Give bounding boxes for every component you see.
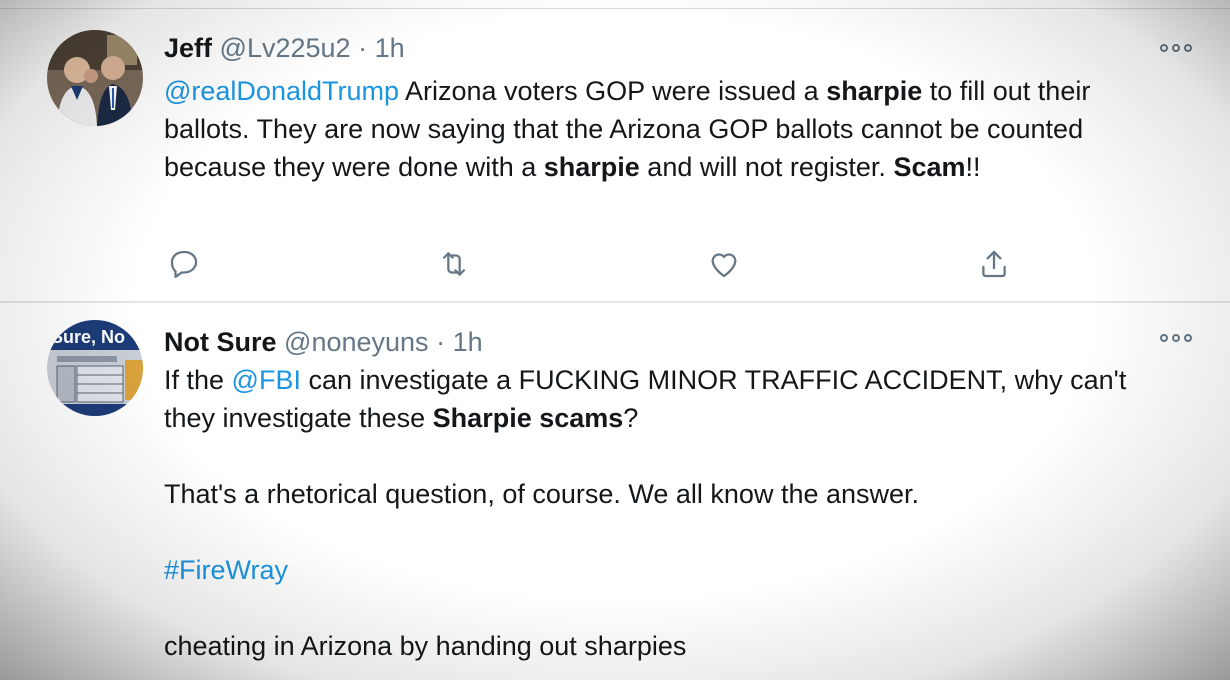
text-line: cheating in Arizona by handing out sharp… xyxy=(164,631,687,661)
tweet-actions xyxy=(164,244,1044,284)
text-segment: and will not register. xyxy=(639,152,894,182)
more-options-icon[interactable] xyxy=(1160,331,1192,345)
tweet-header: Jeff @Lv225u2 · 1h xyxy=(164,32,405,64)
reply-icon[interactable] xyxy=(164,244,204,284)
tweet-not-sure[interactable]: Sure, No Not Sure @noneyuns · 1h If the … xyxy=(0,303,1230,680)
avatar-logo-text: Sure, No xyxy=(51,327,125,347)
text-segment: If the xyxy=(164,365,232,395)
text-segment: !! xyxy=(965,152,981,182)
bold-segment: Sharpie scams xyxy=(432,403,624,433)
avatar[interactable] xyxy=(47,30,143,126)
tweet-text: If the @FBI can investigate a FUCKING MI… xyxy=(164,361,1174,665)
mention-link[interactable]: @realDonaldTrump xyxy=(164,76,399,106)
display-name[interactable]: Jeff xyxy=(164,33,212,63)
bold-segment: sharpie xyxy=(826,76,923,106)
avatar[interactable]: Sure, No xyxy=(47,320,143,416)
tweet-text: @realDonaldTrump Arizona voters GOP were… xyxy=(164,72,1174,186)
display-name[interactable]: Not Sure xyxy=(164,327,277,357)
timestamp[interactable]: 1h xyxy=(375,33,405,63)
bold-segment: sharpie xyxy=(543,152,640,182)
text-segment: Arizona voters GOP were issued a xyxy=(399,76,827,106)
text-segment: ? xyxy=(623,403,639,433)
timestamp[interactable]: 1h xyxy=(453,327,483,357)
hashtag-link[interactable]: #FireWray xyxy=(164,555,288,585)
user-handle[interactable]: @Lv225u2 xyxy=(220,33,351,63)
user-handle[interactable]: @noneyuns xyxy=(284,327,429,357)
separator-dot: · xyxy=(436,327,446,357)
text-segment: can investigate a FUCKING MINOR TRAFFIC … xyxy=(164,365,1127,433)
share-icon[interactable] xyxy=(974,244,1014,284)
more-options-icon[interactable] xyxy=(1160,41,1192,55)
mention-link[interactable]: @FBI xyxy=(232,365,301,395)
text-line: That's a rhetorical question, of course.… xyxy=(164,479,920,509)
bold-segment: Scam xyxy=(893,152,966,182)
tweet-jeff[interactable]: Jeff @Lv225u2 · 1h @realDonaldTrump Ariz… xyxy=(0,8,1230,303)
like-icon[interactable] xyxy=(704,244,744,284)
tweet-header: Not Sure @noneyuns · 1h xyxy=(164,326,483,358)
retweet-icon[interactable] xyxy=(434,244,474,284)
separator-dot: · xyxy=(358,33,368,63)
